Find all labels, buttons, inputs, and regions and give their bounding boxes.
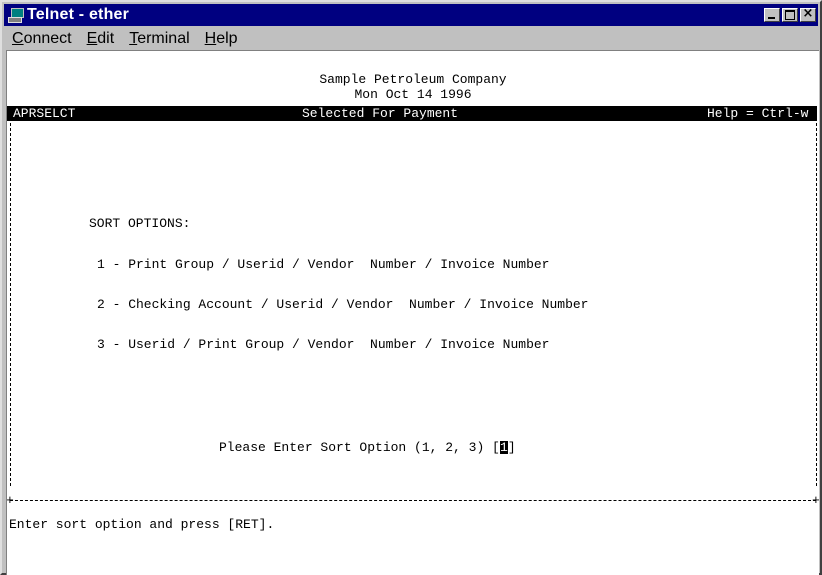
menu-help[interactable]: Help <box>197 30 245 48</box>
menu-bar: Connect Edit Terminal Help <box>4 28 818 50</box>
sort-option-1: 1 - Print Group / Userid / Vendor Number… <box>97 257 550 272</box>
company-name: Sample Petroleum Company <box>319 72 507 87</box>
maximize-button[interactable] <box>782 8 798 22</box>
sort-options-heading: SORT OPTIONS: <box>89 216 191 231</box>
program-id: APRSELCT <box>13 106 76 121</box>
frame-bottom-border <box>10 500 816 501</box>
close-button[interactable]: × <box>800 6 816 22</box>
sort-option-input[interactable]: 1 <box>499 441 508 454</box>
sort-option-3: 3 - Userid / Print Group / Vendor Number… <box>97 337 550 352</box>
telnet-monitor-icon[interactable] <box>7 7 24 23</box>
sort-option-prompt: Please Enter Sort Option (1, 2, 3) [1] <box>219 440 516 455</box>
menu-terminal[interactable]: Terminal <box>121 30 196 48</box>
sort-option-2: 2 - Checking Account / Userid / Vendor N… <box>97 297 589 312</box>
screen-header-bar: APRSELCT Selected For Payment Help = Ctr… <box>7 106 817 121</box>
status-line: Enter sort option and press [RET]. <box>9 517 275 532</box>
frame-left-border <box>10 123 11 486</box>
window-title: Telnet - ether <box>27 6 130 23</box>
close-icon: × <box>802 6 814 21</box>
minimize-icon <box>768 17 775 19</box>
title-bar[interactable]: Telnet - ether × <box>4 4 818 26</box>
telnet-window: Telnet - ether × Connect Edit Terminal H… <box>0 0 822 575</box>
help-hint: Help = Ctrl-w <box>707 106 809 121</box>
frame-corner-right: + <box>812 494 819 507</box>
menu-connect[interactable]: Connect <box>4 30 79 48</box>
screen-date: Mon Oct 14 1996 <box>354 87 472 102</box>
maximize-icon <box>785 10 795 20</box>
minimize-button[interactable] <box>764 8 780 22</box>
frame-right-border <box>816 123 817 486</box>
terminal-screen[interactable]: Sample Petroleum Company Mon Oct 14 1996… <box>6 50 819 575</box>
menu-edit[interactable]: Edit <box>79 30 122 48</box>
screen-title: Selected For Payment <box>302 106 459 121</box>
